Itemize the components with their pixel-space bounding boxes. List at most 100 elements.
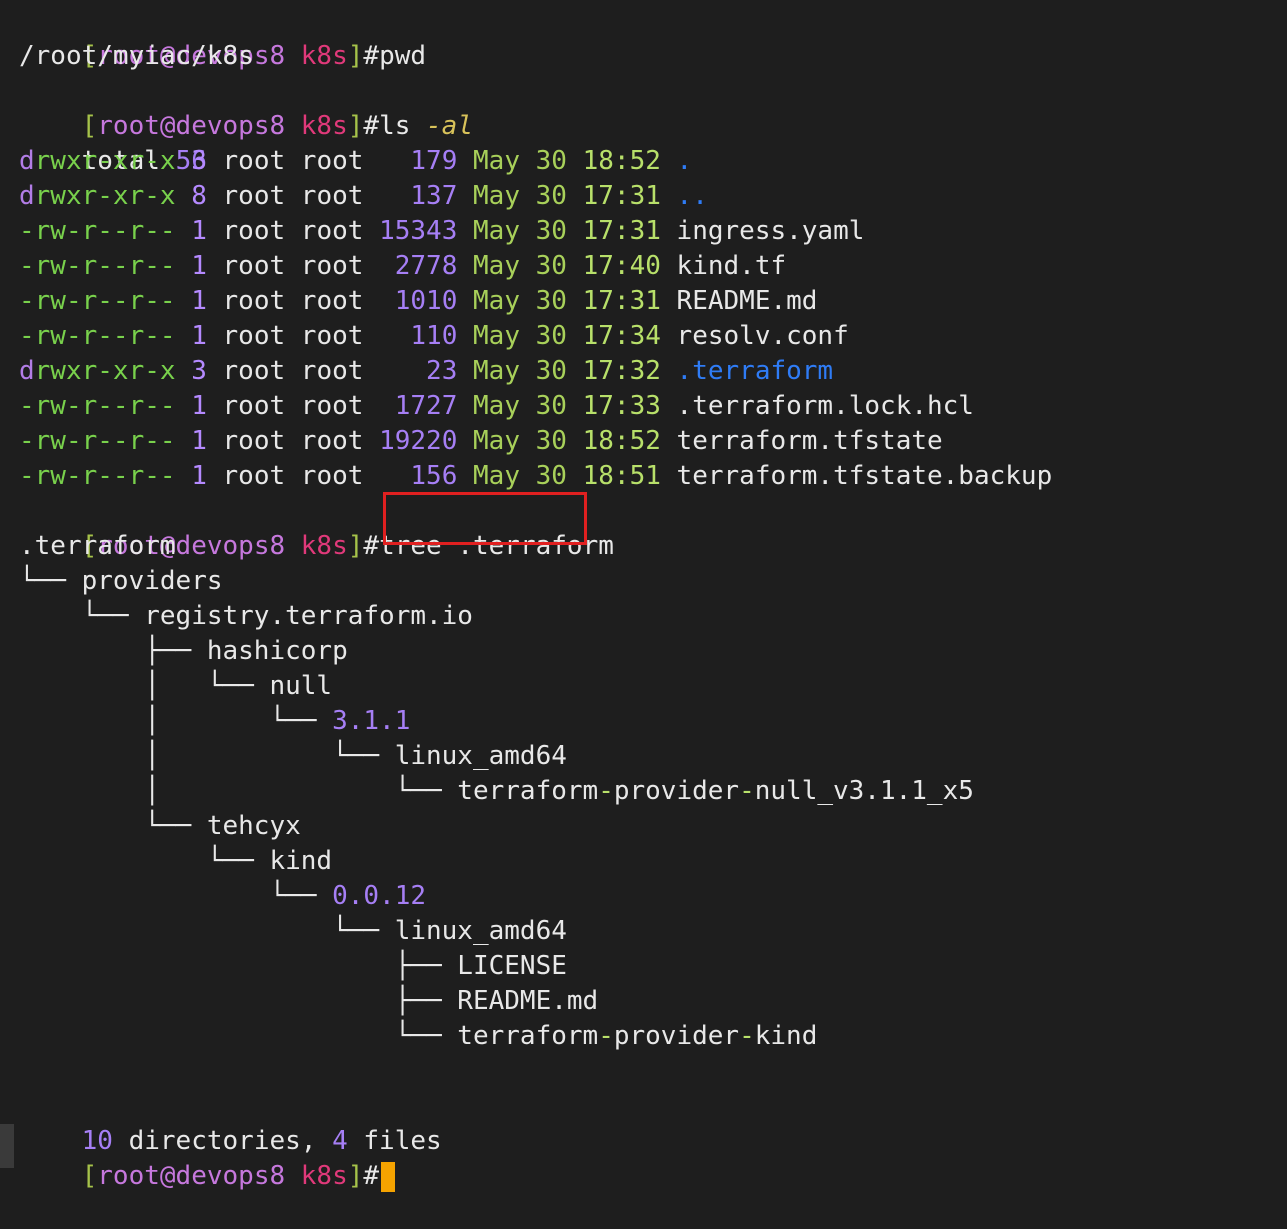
file-name: . <box>676 146 693 176</box>
perm-type: - <box>19 321 35 351</box>
link-count: 1 <box>191 251 207 281</box>
group: root <box>300 426 364 456</box>
terminal-output[interactable]: [root@devops8 k8s]#pwd /root/myiac/k8s [… <box>19 4 1287 1192</box>
perm-type: - <box>19 391 35 421</box>
prompt-user-host: root@devops8 <box>97 111 286 141</box>
ls-row: drwxr-xr-x 3 root root 23 May 30 17:32 .… <box>19 354 1287 389</box>
tree-branch: ├── <box>19 951 458 981</box>
perm-type: - <box>19 286 35 316</box>
files-label: files <box>347 1126 442 1156</box>
perm-bits: rw-r--r-- <box>34 286 176 316</box>
ls-row: -rw-r--r-- 1 root root 1727 May 30 17:33… <box>19 389 1287 424</box>
tree-branch: └── <box>19 881 333 911</box>
prompt-hash: # <box>363 111 380 141</box>
tree-line: └── linux_amd64 <box>19 914 1287 949</box>
prompt-bracket-open: [ <box>81 111 98 141</box>
day: 30 <box>535 251 567 281</box>
day: 30 <box>535 391 567 421</box>
month: May <box>473 216 520 246</box>
file-size: 179 <box>410 146 458 176</box>
perm-type: - <box>19 216 35 246</box>
tree-branch: ├── <box>19 636 207 666</box>
tree-line: ├── README.md <box>19 984 1287 1019</box>
prompt-cwd: k8s <box>300 531 348 561</box>
prompt-line-tree: [root@devops8 k8s]#tree .terraform <box>19 494 1287 561</box>
perm-type: d <box>19 146 35 176</box>
tree-branch: └── <box>19 811 207 841</box>
day: 30 <box>535 146 567 176</box>
tree-node-name: providers <box>81 566 223 596</box>
tree-line: └── tehcyx <box>19 809 1287 844</box>
day: 30 <box>535 286 567 316</box>
file-name: resolv.conf <box>676 321 849 351</box>
day: 30 <box>535 461 567 491</box>
tree-node-name: linux_amd64 <box>394 741 567 771</box>
month: May <box>473 321 520 351</box>
owner: root <box>222 251 286 281</box>
perm-type: - <box>19 461 35 491</box>
file-name: .. <box>676 181 708 211</box>
perm-type: d <box>19 356 35 386</box>
tree-summary: 10 directories, 4 files <box>19 1089 1287 1156</box>
command-flag: -al <box>426 111 473 141</box>
prompt-hash: # <box>363 531 380 561</box>
tree-node-name: terraform-provider-kind <box>457 1021 818 1051</box>
link-count: 1 <box>191 286 207 316</box>
text-cursor[interactable] <box>381 1161 396 1192</box>
tree-branch: └── <box>19 601 145 631</box>
prompt-hash: # <box>363 41 380 71</box>
scrollbar-edge[interactable] <box>0 1124 14 1168</box>
ls-row: -rw-r--r-- 1 root root 15343 May 30 17:3… <box>19 214 1287 249</box>
tree-line: │ └── null <box>19 669 1287 704</box>
perm-type: - <box>19 426 35 456</box>
tree-line: └── terraform-provider-kind <box>19 1019 1287 1054</box>
file-name: .terraform.lock.hcl <box>676 391 974 421</box>
tree-node-name: .terraform <box>19 531 176 561</box>
owner: root <box>222 286 286 316</box>
time: 18:52 <box>582 426 661 456</box>
time: 17:31 <box>582 216 661 246</box>
tree-branch: ├── <box>19 986 458 1016</box>
prompt-bracket-close: ] <box>347 531 364 561</box>
tree-branch: └── <box>19 1021 458 1051</box>
tree-node-name: linux_amd64 <box>394 916 567 946</box>
tree-line: │ └── 3.1.1 <box>19 704 1287 739</box>
time: 17:31 <box>582 286 661 316</box>
dirs-count: 10 <box>81 1126 113 1156</box>
tree-node-name: 3.1.1 <box>332 706 411 736</box>
time: 17:40 <box>582 251 661 281</box>
perm-bits: rwxr-xr-x <box>34 146 176 176</box>
command-text: pwd <box>379 41 427 71</box>
prompt-separator <box>285 1161 301 1191</box>
day: 30 <box>535 181 567 211</box>
tree-branch: │ └── <box>19 671 270 701</box>
tree-node-name: README.md <box>457 986 599 1016</box>
dirs-label: directories, <box>112 1126 333 1156</box>
prompt-cwd: k8s <box>300 1161 348 1191</box>
time: 18:51 <box>582 461 661 491</box>
link-count: 1 <box>191 461 207 491</box>
link-count: 1 <box>191 426 207 456</box>
tree-line: └── 0.0.12 <box>19 879 1287 914</box>
file-size: 19220 <box>379 426 458 456</box>
perm-bits: rwxr-xr-x <box>34 181 176 211</box>
owner: root <box>222 426 286 456</box>
pwd-output: /root/myiac/k8s <box>19 41 254 71</box>
prompt-cwd: k8s <box>300 111 348 141</box>
tree-node-name: LICENSE <box>457 951 567 981</box>
tree-branch: └── <box>19 916 395 946</box>
link-count: 8 <box>191 181 207 211</box>
prompt-bracket-close: ] <box>347 1161 364 1191</box>
file-size: 15343 <box>379 216 458 246</box>
day: 30 <box>535 356 567 386</box>
prompt-bracket-close: ] <box>347 111 364 141</box>
group: root <box>300 216 364 246</box>
file-name: .terraform <box>676 356 834 386</box>
tree-branch: └── <box>19 846 270 876</box>
prompt-line-pwd: [root@devops8 k8s]#pwd <box>19 4 1287 71</box>
file-name: README.md <box>676 286 818 316</box>
group: root <box>300 461 364 491</box>
month: May <box>473 181 520 211</box>
file-size: 137 <box>410 181 458 211</box>
owner: root <box>222 321 286 351</box>
